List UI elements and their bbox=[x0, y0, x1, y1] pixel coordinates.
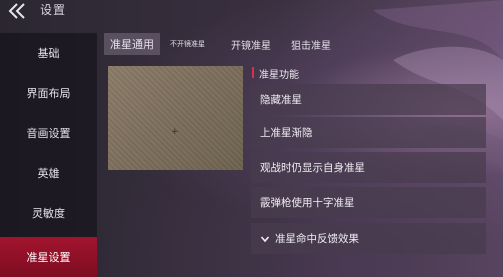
tab-bar: 准星通用 不开镜准星 开镜准星 狙击准星 bbox=[104, 33, 394, 55]
option-label: 准星命中反馈效果 bbox=[275, 233, 359, 245]
tab-sniper-crosshair[interactable]: 狙击准星 bbox=[291, 33, 331, 55]
sidebar-item-sensitivity[interactable]: 灵敏度 bbox=[0, 193, 97, 233]
crosshair-icon: + bbox=[171, 127, 179, 137]
option-shotgun-cross-crosshair[interactable]: 霰弹枪使用十字准星 bbox=[251, 187, 486, 218]
section-title: 准星功能 bbox=[259, 70, 299, 81]
option-spectate-show-own-crosshair[interactable]: 观战时仍显示自身准星 bbox=[251, 152, 486, 183]
chevron-down-icon bbox=[260, 235, 270, 242]
option-hide-crosshair[interactable]: 隐藏准星 bbox=[251, 84, 486, 115]
option-label: 霰弹枪使用十字准星 bbox=[260, 197, 355, 209]
header: 设置 bbox=[0, 0, 200, 22]
crosshair-preview: + bbox=[108, 66, 243, 170]
tab-no-scope-crosshair[interactable]: 不开镜准星 bbox=[170, 33, 205, 55]
sidebar-item-layout[interactable]: 界面布局 bbox=[0, 73, 97, 113]
tab-scope-crosshair[interactable]: 开镜准星 bbox=[231, 33, 271, 55]
option-crosshair-fade[interactable]: 上准星渐隐 bbox=[251, 117, 486, 148]
section-marker bbox=[252, 67, 254, 78]
option-label: 上准星渐隐 bbox=[260, 127, 313, 139]
sidebar-item-crosshair[interactable]: 准星设置 bbox=[0, 237, 97, 277]
page-title: 设置 bbox=[40, 3, 67, 17]
tab-crosshair-general[interactable]: 准星通用 bbox=[104, 33, 160, 55]
sidebar-item-basic[interactable]: 基础 bbox=[0, 33, 97, 73]
option-hit-feedback[interactable]: 准星命中反馈效果 bbox=[251, 223, 486, 254]
sidebar: 基础 界面布局 音画设置 英雄 灵敏度 准星设置 bbox=[0, 33, 97, 277]
sidebar-item-audio-video[interactable]: 音画设置 bbox=[0, 113, 97, 153]
sidebar-item-hero[interactable]: 英雄 bbox=[0, 153, 97, 193]
option-label: 观战时仍显示自身准星 bbox=[260, 162, 365, 174]
option-label: 隐藏准星 bbox=[260, 94, 302, 106]
back-icon[interactable] bbox=[6, 2, 32, 20]
